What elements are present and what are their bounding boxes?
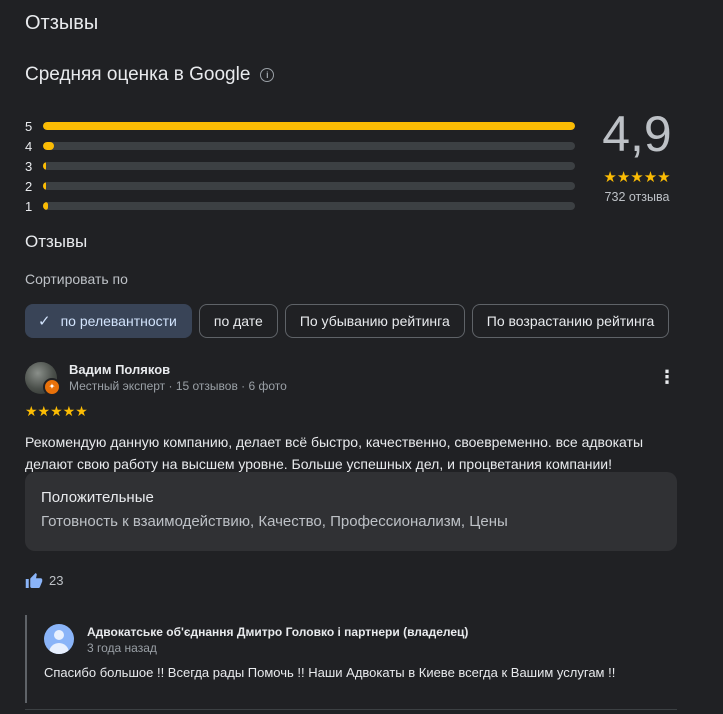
sort-chip-rating-desc[interactable]: По убыванию рейтинга [284, 304, 465, 338]
rating-bar-row[interactable]: 5 [25, 116, 575, 136]
like-button[interactable]: 23 [25, 572, 63, 589]
sort-options: ✓ по релевантности по дате По убыванию р… [25, 304, 677, 338]
review-stars: ★★★★★ [25, 403, 88, 419]
rating-bar-track [43, 122, 575, 130]
sort-chip-rating-asc[interactable]: По возрастанию рейтинга [471, 304, 670, 338]
check-icon: ✓ [38, 313, 51, 330]
rating-distribution: 5 4 3 2 1 [25, 116, 575, 216]
rating-bar-track [43, 162, 575, 170]
rating-bar-label: 1 [25, 198, 33, 214]
sort-chip-label: по релевантности [60, 313, 177, 329]
sort-chip-relevance[interactable]: ✓ по релевантности [25, 304, 192, 338]
sort-chip-label: По возрастанию рейтинга [486, 313, 655, 329]
average-stars: ★★★★★ [603, 169, 671, 186]
average-rating-title-text: Средняя оценка в Google [25, 64, 251, 85]
sort-label: Сортировать по [25, 271, 128, 287]
review-attributes-box: Положительные Готовность к взаимодействи… [25, 472, 677, 551]
reviewer-avatar[interactable]: ✦ [25, 362, 61, 396]
score-panel: 4,9 ★★★★★ 732 отзыва [592, 104, 682, 204]
rating-bar-track [43, 142, 575, 150]
average-rating-title: Средняя оценка в Google i [25, 64, 275, 86]
sort-chip-label: По убыванию рейтинга [299, 313, 450, 329]
rating-bar-label: 2 [25, 178, 33, 194]
rating-bar-label: 5 [25, 118, 33, 134]
rating-bar-row[interactable]: 3 [25, 156, 575, 176]
review-count[interactable]: 732 отзыва [592, 190, 682, 204]
rating-bar-fill [43, 162, 47, 170]
reviews-heading: Отзывы [25, 232, 88, 251]
sort-chip-date[interactable]: по дате [198, 304, 278, 338]
rating-bar-row[interactable]: 1 [25, 196, 575, 216]
divider [25, 709, 677, 710]
owner-reply-text: Спасибо большое !! Всегда рады Помочь !!… [44, 665, 616, 680]
local-guide-badge-icon: ✦ [43, 378, 61, 396]
rating-bar-fill [43, 182, 47, 190]
owner-name: Адвокатське об'єднання Дмитро Головко і … [87, 625, 469, 639]
page-title: Отзывы [25, 12, 99, 34]
rating-bar-label: 4 [25, 138, 33, 154]
like-count: 23 [49, 573, 64, 588]
rating-bar-fill [43, 202, 48, 210]
rating-bar-label: 3 [25, 158, 33, 174]
more-options-icon[interactable]: ⋮ [658, 367, 676, 387]
rating-bar-track [43, 202, 575, 210]
owner-avatar [44, 624, 74, 654]
reply-divider [25, 615, 27, 703]
rating-bar-row[interactable]: 2 [25, 176, 575, 196]
rating-bar-fill [43, 122, 575, 130]
attributes-list: Готовность к взаимодействию, Качество, П… [41, 513, 508, 530]
reviewer-meta: Местный эксперт · 15 отзывов · 6 фото [69, 379, 287, 393]
attributes-title: Положительные [41, 489, 154, 506]
owner-reply-time: 3 года назад [87, 641, 157, 655]
info-icon[interactable]: i [260, 68, 275, 82]
reviewer-name[interactable]: Вадим Поляков [69, 362, 170, 377]
review-text: Рекомендую данную компанию, делает всё б… [25, 434, 644, 472]
thumbs-up-icon [25, 573, 43, 588]
rating-bar-fill [43, 142, 54, 150]
person-icon-head [54, 630, 64, 640]
sort-chip-label: по дате [213, 313, 263, 329]
average-score: 4,9 [602, 106, 672, 162]
rating-bar-row[interactable]: 4 [25, 136, 575, 156]
person-icon-body [49, 643, 69, 654]
rating-bar-track [43, 182, 575, 190]
